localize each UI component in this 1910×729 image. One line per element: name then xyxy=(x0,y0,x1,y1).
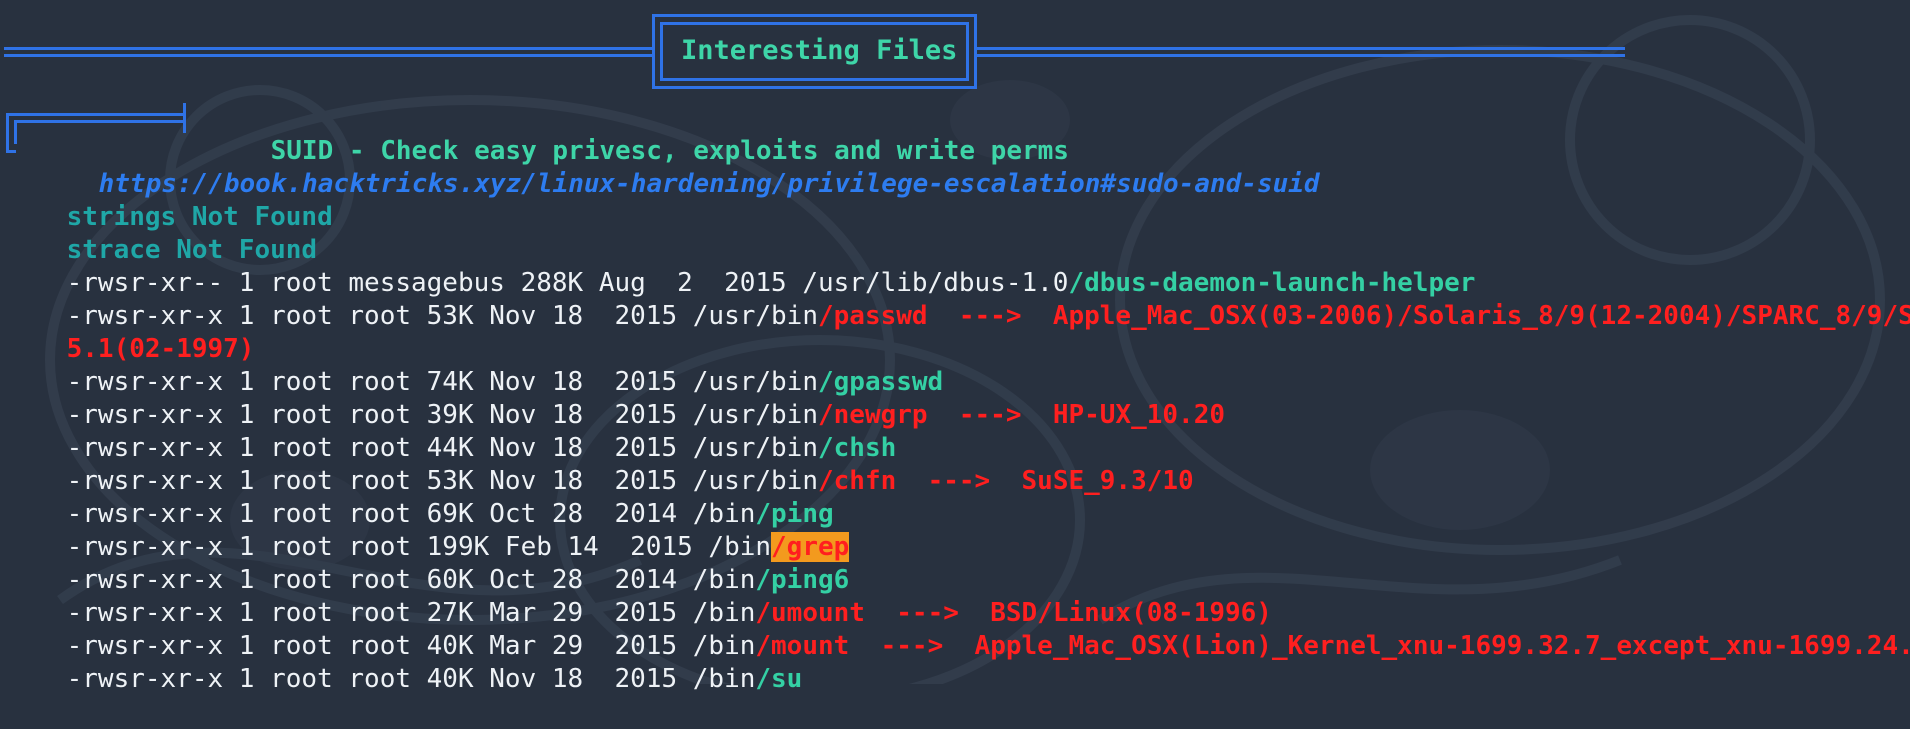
suid-row: -rwsr-xr-x 1 root root 40K Mar 29 2015 /… xyxy=(4,597,1910,661)
suid-row-wrap: 5.1(02-1997) xyxy=(4,300,255,364)
suid-row: -rwsr-xr-x 1 root root 199K Feb 14 2015 … xyxy=(4,498,850,562)
section-corner-left xyxy=(6,113,9,153)
banner-rule-right-2 xyxy=(975,54,1625,57)
exploit-text: HP-UX_10.20 xyxy=(1052,400,1225,430)
file-listing: -rwsr-xr-x 1 root root 40K Nov 18 2015 /… xyxy=(66,664,756,694)
banner-rule-right xyxy=(975,47,1625,50)
suid-row: -rwsr-xr-x 1 root root 60K Oct 28 2014 /… xyxy=(4,531,850,595)
banner-rule-left-2 xyxy=(4,54,654,57)
section-corner-left-2 xyxy=(14,120,17,144)
suid-row: -rwsr-xr-x 1 root root 74K Nov 18 2015 /… xyxy=(4,333,944,397)
suid-row: -rwsr-xr-x 1 root root 69K Oct 28 2014 /… xyxy=(4,465,834,529)
arrow-icon: ---> xyxy=(958,301,1022,331)
suid-row: -rwsr-xr-x 1 root root 27K Mar 29 2015 /… xyxy=(4,564,1272,628)
exploit-text: Apple_Mac_OSX(Lion)_Kernel_xnu-1699.32.7… xyxy=(974,631,1910,661)
suid-row: -rwsr-xr-x 1 root root 44K Nov 18 2015 /… xyxy=(4,399,897,463)
file-name: /passwd xyxy=(817,301,928,331)
notice-strace: strace Not Found xyxy=(4,201,317,265)
terminal-output: Interesting Files SUID - Check easy priv… xyxy=(0,0,1910,694)
exploit-text: Apple_Mac_OSX(03-2006)/Solaris_8/9(12-20… xyxy=(1052,301,1910,331)
banner-rule-left xyxy=(4,47,654,50)
suid-row: -rwsr-xr-x 1 root root 39K Nov 18 2015 /… xyxy=(4,366,1225,430)
banner-title: Interesting Files xyxy=(681,35,958,66)
arrow-icon: ---> xyxy=(880,631,944,661)
section-title: SUID - Check easy privesc, exploits and … xyxy=(208,102,1069,166)
section-link[interactable]: https://book.hacktricks.xyz/linux-harden… xyxy=(36,135,1320,199)
notice-strings: strings Not Found xyxy=(4,168,333,232)
file-name: /su xyxy=(755,664,803,694)
section-corner-right xyxy=(183,103,186,133)
section-corner-top xyxy=(6,113,186,116)
exploit-text: SuSE_9.3/10 xyxy=(1021,466,1194,496)
section-corner-bottom xyxy=(6,150,16,153)
suid-row: -rwsr-xr-- 1 root messagebus 288K Aug 2 … xyxy=(4,234,1476,298)
suid-row: -rwsr-xr-x 1 root root 53K Nov 18 2015 /… xyxy=(4,432,1194,496)
section-corner-top-2 xyxy=(14,120,186,123)
suid-row: -rwsr-xr-x 1 root root 53K Nov 18 2015 /… xyxy=(4,267,1910,331)
arrow-icon: ---> xyxy=(958,400,1022,430)
arrow-icon: ---> xyxy=(927,466,991,496)
suid-row: -rwsr-xr-x 1 root root 40K Nov 18 2015 /… xyxy=(4,630,803,694)
